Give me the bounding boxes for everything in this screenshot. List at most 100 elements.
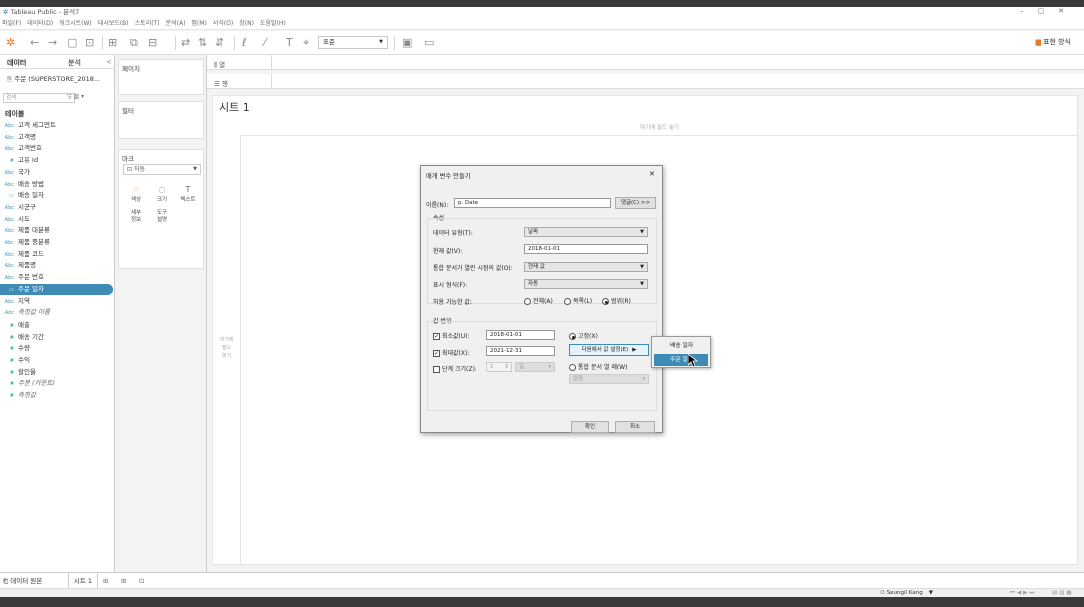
datatype-select[interactable]: 날짜 ▼ xyxy=(524,227,648,237)
text-button[interactable]: T 텍스트 xyxy=(176,184,200,206)
show-me-button[interactable]: ▆ 표현 방식 xyxy=(1036,37,1071,47)
field-item[interactable]: # 매출 xyxy=(0,320,115,331)
max-value-field[interactable]: 2021-12-31 xyxy=(486,346,555,356)
cancel-button[interactable]: 취소 xyxy=(615,421,655,433)
new-sheet-icon[interactable]: ⊞ xyxy=(103,573,108,589)
min-value-field[interactable]: 2018-01-01 xyxy=(486,330,555,340)
set-from-field-button[interactable]: 다음에서 값 설정(E) ▶ xyxy=(569,344,649,356)
sheet-nav-icons[interactable]: ⏮◀▶⏭ xyxy=(1010,589,1036,597)
highlight-icon[interactable]: ℓ xyxy=(242,36,247,50)
field-item[interactable]: Abc 고객번호 xyxy=(0,143,115,154)
label-icon[interactable]: T xyxy=(286,36,293,50)
allow-all-radio[interactable]: 전체(A) xyxy=(524,296,553,305)
field-item[interactable]: ▭ 주문 일자 xyxy=(0,283,113,295)
maximize-button[interactable]: ▢ xyxy=(1038,7,1059,15)
field-item[interactable]: # 측정값 xyxy=(0,390,115,401)
pages-shelf[interactable]: 페이지 xyxy=(118,59,204,95)
group-icon[interactable]: ⁄ xyxy=(264,36,266,50)
step-unit-select[interactable]: 일 ▾ xyxy=(515,362,555,372)
menu-dashboard[interactable]: 대시보드(B) xyxy=(98,20,129,27)
menu-item-ship-date[interactable]: 배송 일자 xyxy=(654,340,708,352)
menu-story[interactable]: 스토리(T) xyxy=(135,20,160,27)
menu-item-order-date[interactable]: 주문 일자 xyxy=(654,354,708,366)
color-button[interactable]: ⁘ 색상 xyxy=(124,184,148,206)
tooltip-button[interactable]: 도구 설명 xyxy=(150,210,174,232)
back-icon[interactable]: ← xyxy=(30,36,39,50)
field-item[interactable]: Abc 시군구 xyxy=(0,202,115,213)
presentation-icon[interactable]: ▣ xyxy=(402,36,412,50)
rows-shelf[interactable]: ☰ 행 xyxy=(207,74,1084,89)
allow-list-radio[interactable]: 목록(L) xyxy=(564,296,592,305)
new-datasource-icon[interactable]: ⊡ xyxy=(85,36,94,50)
field-item[interactable]: Abc 제품명 xyxy=(0,260,115,271)
detail-button[interactable]: 세부 정보 xyxy=(124,210,148,232)
drop-field-left[interactable]: 여기에 필드 놓기 xyxy=(213,136,241,564)
collapse-pane-icon[interactable]: < xyxy=(106,58,112,66)
max-checkbox[interactable]: ✓ 최대값(X): xyxy=(433,348,469,357)
field-item[interactable]: Abc 고객 세그먼트 xyxy=(0,120,115,131)
close-window-button[interactable]: ✕ xyxy=(1058,7,1078,15)
swap-icon[interactable]: ⇄ xyxy=(181,36,190,50)
sort-desc-icon[interactable]: ⇵ xyxy=(215,36,224,50)
name-field[interactable]: p. Date xyxy=(454,198,611,208)
forward-icon[interactable]: → xyxy=(48,36,57,50)
tab-sheet-1[interactable]: 시트 1 xyxy=(68,573,98,589)
comment-button[interactable]: 댓글(C) >> xyxy=(615,197,656,209)
sort-asc-icon[interactable]: ⇅ xyxy=(198,36,207,50)
field-item[interactable]: # 고유 Id xyxy=(0,155,115,166)
menu-data[interactable]: 데이터(D) xyxy=(27,20,53,27)
filters-shelf[interactable]: 필터 xyxy=(118,101,204,139)
min-checkbox[interactable]: ✓ 최소값(U): xyxy=(433,331,470,340)
view-mode-icons[interactable]: ▤▥▦ xyxy=(1052,589,1074,597)
step-size-stepper[interactable]: 1 ⇕ xyxy=(486,362,512,372)
field-item[interactable]: ▭ 배송 일자 xyxy=(0,190,115,201)
field-item[interactable]: # 할인율 xyxy=(0,367,115,378)
menu-help[interactable]: 도움말(H) xyxy=(260,20,286,27)
clear-sheet-icon[interactable]: ⊟ xyxy=(148,36,157,50)
datasource-item[interactable]: ⎘ 주문 (SUPERSTORE_2018... xyxy=(7,73,100,84)
ok-button[interactable]: 확인 xyxy=(571,421,609,433)
field-item[interactable]: # 배송 기간 xyxy=(0,332,115,343)
tab-data-source[interactable]: ⎗ 데이터 원본 xyxy=(3,573,42,589)
menu-worksheet[interactable]: 워크시트(W) xyxy=(59,20,92,27)
field-item[interactable]: Abc 고객명 xyxy=(0,132,115,143)
new-story-icon[interactable]: ⊡ xyxy=(139,573,144,589)
field-item[interactable]: Abc 주문 번호 xyxy=(0,272,115,283)
fixed-radio[interactable]: 고정(X) xyxy=(569,331,598,340)
current-value-field[interactable]: 2018-01-01 xyxy=(524,244,648,254)
step-checkbox[interactable]: 단계 크기(Z): xyxy=(433,364,477,373)
filter-icon[interactable]: ▽ xyxy=(67,93,72,100)
columns-shelf[interactable]: ⫼ 열 xyxy=(207,55,1084,70)
field-item[interactable]: Abc 제품 중분류 xyxy=(0,237,115,248)
drop-field-top[interactable]: 여기에 필드 놓기 xyxy=(241,116,1078,136)
new-worksheet-icon[interactable]: ⊞ xyxy=(108,36,117,50)
field-item[interactable]: # 수량 xyxy=(0,343,115,354)
pin-icon[interactable]: ⌖ xyxy=(303,36,309,50)
when-open-radio[interactable]: 통합 문서 열 때(W) xyxy=(569,362,627,371)
field-item[interactable]: # 주문 (카운트) xyxy=(0,378,115,389)
size-button[interactable]: ◌ 크기 xyxy=(150,184,174,206)
device-preview-icon[interactable]: ▭ xyxy=(424,36,434,50)
field-item[interactable]: Abc 국가 xyxy=(0,167,115,178)
field-item[interactable]: # 수익 xyxy=(0,355,115,366)
user-menu[interactable]: ⚇ Seungil Kang ▼ xyxy=(880,589,933,597)
view-list-icon[interactable]: ▥ ▾ xyxy=(74,93,85,100)
menu-format[interactable]: 서식(O) xyxy=(213,20,233,27)
menu-file[interactable]: 파일(F) xyxy=(2,20,21,27)
field-item[interactable]: Abc 측정값 이름 xyxy=(0,307,115,318)
close-icon[interactable]: ✕ xyxy=(649,170,655,178)
new-dashboard-icon[interactable]: ⊞ xyxy=(121,573,126,589)
allow-range-radio[interactable]: 범위(R) xyxy=(602,296,631,305)
fit-select[interactable]: 표준 ▼ xyxy=(318,36,388,49)
tab-analysis[interactable]: 분석 xyxy=(68,58,81,68)
minimize-button[interactable]: – xyxy=(1020,7,1038,15)
field-item[interactable]: Abc 제품 코드 xyxy=(0,249,115,260)
field-item[interactable]: Abc 제품 대분류 xyxy=(0,225,115,236)
field-item[interactable]: Abc 지역 xyxy=(0,296,115,307)
sheet-title[interactable]: 시트 1 xyxy=(219,99,250,115)
workbook-open-select[interactable]: 현재 값 ▼ xyxy=(524,262,648,272)
menu-analysis[interactable]: 분석(A) xyxy=(166,20,186,27)
mark-type-select[interactable]: ⊡ 자동 ▼ xyxy=(123,164,201,175)
tab-data[interactable]: 데이터 xyxy=(7,58,26,68)
field-item[interactable]: Abc 배송 방법 xyxy=(0,179,115,190)
